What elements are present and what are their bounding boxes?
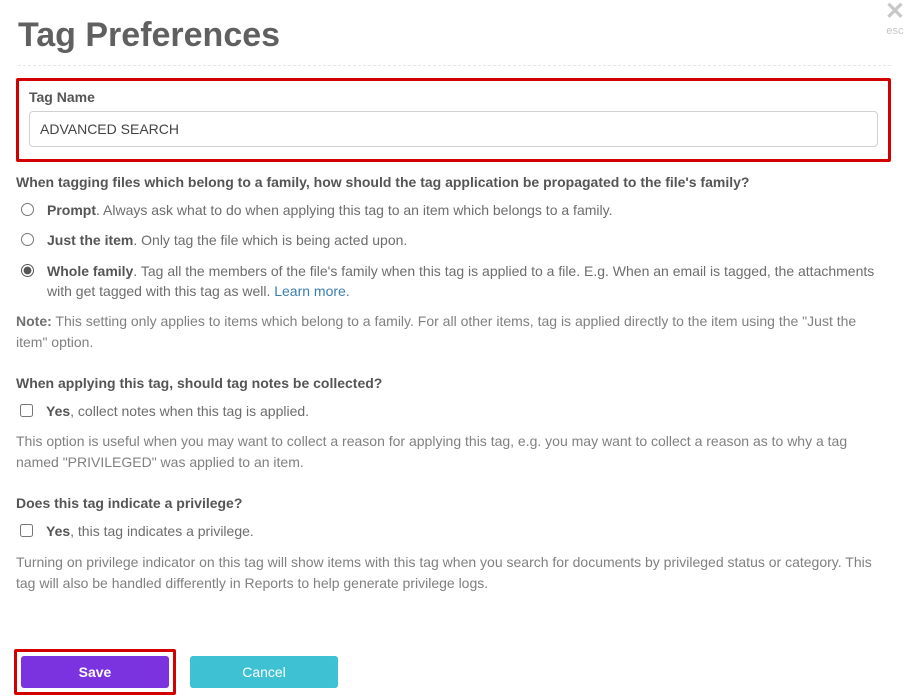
privilege-question: Does this tag indicate a privilege?	[16, 495, 891, 511]
modal-footer: Save Cancel	[0, 644, 909, 700]
tag-name-label: Tag Name	[29, 89, 878, 105]
close-esc-label: esc	[885, 26, 905, 37]
notes-helper: This option is useful when you may want …	[16, 431, 891, 473]
whole-family-title: Whole family	[47, 263, 133, 279]
tag-name-input[interactable]	[29, 111, 878, 147]
propagation-option-prompt[interactable]: Prompt. Always ask what to do when apply…	[16, 200, 891, 220]
notes-question: When applying this tag, should tag notes…	[16, 375, 891, 391]
tag-name-highlight: Tag Name	[16, 78, 891, 162]
privilege-checkbox[interactable]	[20, 524, 33, 537]
modal-body-scroll[interactable]: Tag Name When tagging files which belong…	[16, 78, 897, 642]
note-body: This setting only applies to items which…	[16, 313, 856, 350]
prompt-title: Prompt	[47, 202, 96, 218]
close-icon[interactable]: ✕	[885, 0, 905, 24]
save-button[interactable]: Save	[21, 656, 169, 688]
prompt-desc: . Always ask what to do when applying th…	[96, 202, 612, 218]
radio-whole-family[interactable]	[21, 264, 34, 277]
whole-family-desc: . Tag all the members of the file's fami…	[47, 263, 874, 299]
learn-more-link[interactable]: Learn more	[274, 283, 346, 299]
privilege-checkbox-row[interactable]: Yes, this tag indicates a privilege.	[16, 521, 891, 541]
just-item-desc: . Only tag the file which is being acted…	[133, 232, 407, 248]
notes-checkbox-row[interactable]: Yes, collect notes when this tag is appl…	[16, 401, 891, 421]
cancel-button[interactable]: Cancel	[190, 656, 338, 688]
header-divider	[18, 65, 891, 66]
notes-checkbox-title: Yes	[46, 403, 70, 419]
save-button-highlight: Save	[14, 649, 176, 695]
tag-preferences-modal: ✕ esc Tag Preferences Tag Name When tagg…	[0, 0, 909, 700]
radio-prompt[interactable]	[21, 203, 34, 216]
modal-title: Tag Preferences	[0, 0, 909, 65]
notes-checkbox-desc: , collect notes when this tag is applied…	[70, 403, 309, 419]
notes-checkbox[interactable]	[20, 404, 33, 417]
privilege-helper: Turning on privilege indicator on this t…	[16, 552, 891, 594]
propagation-question: When tagging files which belong to a fam…	[16, 174, 891, 190]
radio-just-item[interactable]	[21, 233, 34, 246]
propagation-option-just-item[interactable]: Just the item. Only tag the file which i…	[16, 230, 891, 250]
note-prefix: Note:	[16, 313, 52, 329]
privilege-checkbox-title: Yes	[46, 523, 70, 539]
close-control[interactable]: ✕ esc	[885, 0, 905, 37]
just-item-title: Just the item	[47, 232, 133, 248]
propagation-note: Note: This setting only applies to items…	[16, 311, 891, 353]
privilege-checkbox-desc: , this tag indicates a privilege.	[70, 523, 254, 539]
propagation-option-whole-family[interactable]: Whole family. Tag all the members of the…	[16, 261, 891, 302]
